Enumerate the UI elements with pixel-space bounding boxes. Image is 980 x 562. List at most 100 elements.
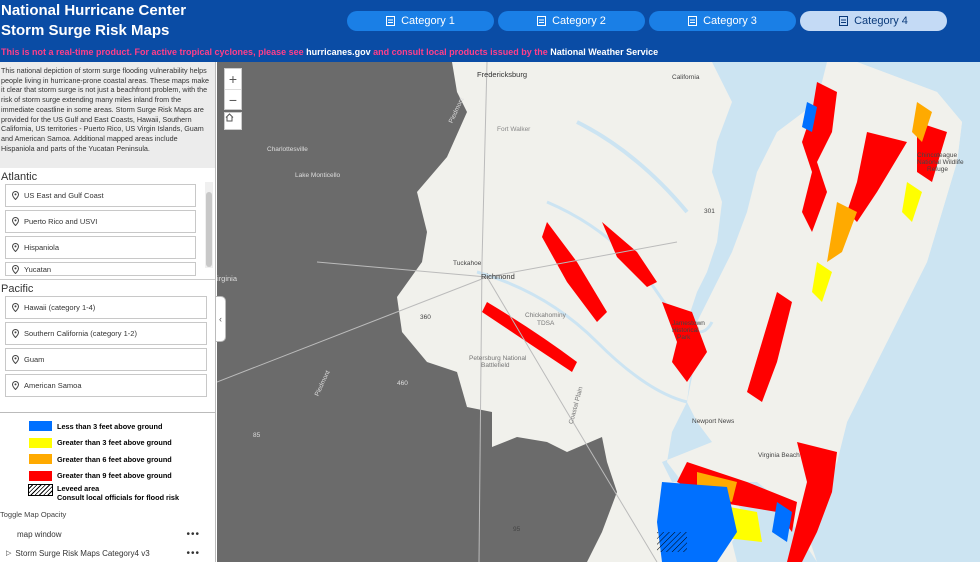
item-label: American Samoa bbox=[24, 381, 82, 390]
item-label: Southern California (category 1-2) bbox=[24, 329, 137, 338]
leveed-label: Leveed area bbox=[57, 484, 100, 493]
map-pin-icon bbox=[6, 329, 24, 338]
tab-category-4[interactable]: Category 4 bbox=[800, 11, 947, 31]
map-label-jamestown-2: Historical bbox=[672, 327, 699, 334]
map-pin-icon bbox=[6, 355, 24, 364]
item-label: US East and Gulf Coast bbox=[24, 191, 104, 200]
item-label: Puerto Rico and USVI bbox=[24, 217, 98, 226]
map-label-fort-walker: Fort Walker bbox=[497, 126, 531, 133]
map-view[interactable]: + − Fredericksburg California Fort Walke… bbox=[217, 62, 980, 562]
sidebar: This national depiction of storm surge f… bbox=[0, 62, 216, 562]
legend-swatch-blue bbox=[28, 420, 53, 433]
tab-label: Category 2 bbox=[552, 15, 606, 27]
atlantic-list: US East and Gulf Coast Puerto Rico and U… bbox=[0, 184, 215, 276]
atlantic-item-yucatan[interactable]: Yucatan bbox=[5, 262, 196, 276]
hurricanes-gov-link[interactable]: hurricanes.gov bbox=[306, 47, 371, 57]
map-pin-icon bbox=[6, 243, 24, 252]
app-header: National Hurricane Center Storm Surge Ri… bbox=[0, 0, 980, 62]
atlantic-title: Atlantic bbox=[1, 171, 38, 183]
map-pin-icon bbox=[6, 264, 24, 274]
legend-row: Greater than 6 feet above ground bbox=[23, 451, 189, 468]
item-label: Hawaii (category 1-4) bbox=[24, 303, 96, 312]
title-line-1: National Hurricane Center bbox=[1, 2, 187, 19]
category-tabs: Category 1 Category 2 Category 3 Categor… bbox=[347, 11, 947, 31]
legend-panel: Less than 3 feet above ground Greater th… bbox=[0, 412, 215, 562]
map-pin-icon bbox=[6, 191, 24, 200]
legend-label: Greater than 3 feet above ground bbox=[57, 438, 172, 448]
more-options-icon[interactable]: ••• bbox=[186, 529, 200, 540]
zoom-out-button[interactable]: − bbox=[225, 89, 241, 109]
pacific-list: Hawaii (category 1-4) Southern Californi… bbox=[0, 296, 215, 397]
atlantic-item-hispaniola[interactable]: Hispaniola bbox=[5, 236, 196, 259]
route-301: 301 bbox=[704, 208, 715, 215]
tab-category-2[interactable]: Category 2 bbox=[498, 11, 645, 31]
zoom-in-button[interactable]: + bbox=[225, 69, 241, 89]
tab-label: Category 3 bbox=[703, 15, 757, 27]
legend-swatch-red bbox=[28, 469, 53, 482]
map-label-fredericksburg: Fredericksburg bbox=[477, 70, 528, 79]
map-label-tdsa: TDSA bbox=[537, 320, 555, 327]
pacific-item-southern-california[interactable]: Southern California (category 1-2) bbox=[5, 322, 207, 345]
home-button[interactable] bbox=[224, 112, 242, 130]
route-460: 460 bbox=[397, 380, 408, 387]
tab-label: Category 4 bbox=[854, 15, 908, 27]
map-canvas bbox=[217, 62, 980, 562]
document-icon bbox=[688, 16, 698, 26]
pacific-item-american-samoa[interactable]: American Samoa bbox=[5, 374, 207, 397]
route-85: 85 bbox=[253, 432, 261, 439]
tab-category-1[interactable]: Category 1 bbox=[347, 11, 494, 31]
layer-label: Storm Surge Risk Maps Category4 v3 bbox=[15, 548, 150, 558]
map-label-california: California bbox=[672, 74, 700, 81]
layer-label: map window bbox=[17, 529, 62, 539]
pacific-item-guam[interactable]: Guam bbox=[5, 348, 207, 371]
map-label-lake-monticello: Lake Monticello bbox=[295, 172, 341, 179]
tab-category-3[interactable]: Category 3 bbox=[649, 11, 796, 31]
map-label-charlottesville: Charlottesville bbox=[267, 146, 308, 153]
zoom-control: + − bbox=[224, 68, 242, 110]
map-label-richmond: Richmond bbox=[481, 272, 515, 281]
map-pin-icon bbox=[6, 217, 24, 226]
map-label-jamestown-1: Jamestown bbox=[672, 320, 705, 327]
map-label-virginia: irginia bbox=[217, 274, 238, 283]
map-label-chincoteague-3: Refuge bbox=[927, 166, 948, 173]
disclaimer-text-2: and consult local products issued by the bbox=[373, 47, 548, 57]
legend-label: Greater than 6 feet above ground bbox=[57, 454, 172, 464]
legend-label: Less than 3 feet above ground bbox=[57, 421, 163, 431]
leveed-area bbox=[657, 532, 687, 552]
leveed-note: Consult local officials for flood risk bbox=[57, 493, 180, 502]
legend: Less than 3 feet above ground Greater th… bbox=[23, 418, 189, 510]
map-label-petersburg-1: Petersburg National bbox=[469, 355, 527, 362]
title-line-2: Storm Surge Risk Maps bbox=[1, 22, 170, 39]
map-pin-icon bbox=[6, 303, 24, 312]
intro-text: This national depiction of storm surge f… bbox=[0, 62, 215, 168]
legend-label: Greater than 9 feet above ground bbox=[57, 471, 172, 481]
pacific-title: Pacific bbox=[1, 283, 34, 295]
atlantic-scrollbar[interactable] bbox=[205, 182, 213, 268]
legend-swatch-orange bbox=[28, 453, 53, 466]
item-label: Hispaniola bbox=[24, 243, 60, 252]
map-label-virginia-beach: Virginia Beach bbox=[758, 452, 800, 459]
expand-caret-icon[interactable]: ▷ bbox=[6, 549, 11, 557]
map-pin-icon bbox=[6, 381, 24, 390]
item-label: Guam bbox=[24, 355, 45, 364]
more-options-icon[interactable]: ••• bbox=[186, 548, 200, 559]
tab-label: Category 1 bbox=[401, 15, 455, 27]
legend-row: Less than 3 feet above ground bbox=[23, 418, 189, 435]
map-label-newport-news: Newport News bbox=[692, 418, 735, 425]
pacific-item-hawaii[interactable]: Hawaii (category 1-4) bbox=[5, 296, 207, 319]
layer-surge[interactable]: ▷ Storm Surge Risk Maps Category4 v3 ••• bbox=[0, 544, 215, 562]
nws-link[interactable]: National Weather Service bbox=[550, 47, 658, 57]
layer-map-window[interactable]: map window ••• bbox=[0, 525, 215, 543]
home-icon bbox=[225, 113, 234, 122]
atlantic-item-puerto-rico[interactable]: Puerto Rico and USVI bbox=[5, 210, 196, 233]
app-title: National Hurricane Center Storm Surge Ri… bbox=[1, 1, 186, 41]
legend-row: Greater than 9 feet above ground bbox=[23, 468, 189, 485]
atlantic-item-us-east-gulf[interactable]: US East and Gulf Coast bbox=[5, 184, 196, 207]
map-label-tuckahoe: Tuckahoe bbox=[453, 260, 482, 267]
scrollbar-thumb[interactable] bbox=[206, 192, 212, 267]
map-label-chincoteague-1: Chincoteague bbox=[917, 152, 958, 159]
map-label-chickahominy: Chickahominy bbox=[525, 312, 566, 319]
collapse-sidebar-button[interactable]: ‹ bbox=[216, 296, 226, 342]
toggle-opacity-label[interactable]: Toggle Map Opacity bbox=[0, 510, 66, 519]
legend-row-leveed: Leveed area Consult local officials for f… bbox=[23, 484, 189, 504]
